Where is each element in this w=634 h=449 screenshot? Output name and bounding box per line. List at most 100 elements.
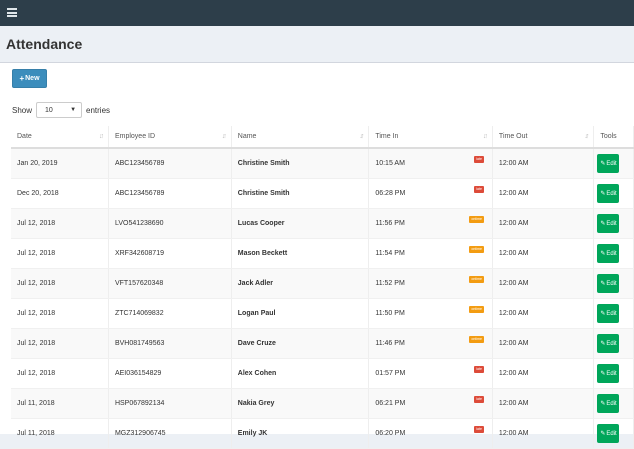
new-button[interactable]: + New [12, 69, 47, 88]
edit-button[interactable]: ✎ Edit [597, 424, 620, 443]
status-badge: ontime [469, 246, 484, 253]
column-header-label: Employee ID [114, 133, 156, 140]
table-row: Jul 12, 2018 XRF342608719 Mason Beckett 11:… [11, 238, 634, 269]
edit-button-label: Edit [606, 430, 617, 437]
column-header: Tools [593, 126, 634, 149]
table-row: Jul 12, 2018 VFT157620348 Jack Adler 11:52 … [11, 268, 634, 299]
attendance-table: Date ↓↑ Employee ID ↓↑ Name ↓↑ Time In ↓↑ Time O… [11, 126, 634, 449]
edit-button[interactable]: ✎ Edit [597, 364, 620, 383]
edit-button-label: Edit [606, 400, 617, 407]
date-cell: Jan 20, 2019 [11, 148, 109, 179]
time-out-cell: 12:00 AM [492, 298, 595, 329]
column-header[interactable]: Employee ID ↓↑ [108, 126, 232, 149]
name-cell-text: Christine Smith [237, 190, 290, 197]
plus-icon: + [19, 74, 25, 83]
sort-icon[interactable]: ↓↑ [99, 133, 104, 140]
time-out-cell-text: 12:00 AM [498, 190, 529, 197]
name-cell: Lucas Cooper [231, 208, 370, 239]
sort-icon[interactable]: ↓↑ [359, 133, 364, 140]
tools-cell: ✎ Edit [593, 418, 634, 449]
edit-button[interactable]: ✎ Edit [597, 274, 620, 293]
column-header[interactable]: Date ↓↑ [11, 126, 109, 149]
edit-button[interactable]: ✎ Edit [597, 154, 620, 173]
time-in-cell: 11:56 PM ontime [368, 208, 493, 239]
edit-button[interactable]: ✎ Edit [597, 244, 620, 263]
date-cell-text: Jan 20, 2019 [17, 160, 58, 167]
edit-button[interactable]: ✎ Edit [597, 394, 620, 413]
name-cell-text: Dave Cruze [237, 340, 276, 347]
time-in-cell-text: 10:15 AM [375, 160, 405, 167]
column-header[interactable]: Time In ↓↑ [368, 126, 493, 149]
time-in-cell: 10:15 AM late [368, 148, 493, 179]
date-cell: Jul 11, 2018 [11, 388, 109, 419]
sort-icon[interactable]: ↓↑ [483, 133, 488, 140]
time-in-cell-text: 06:20 PM [375, 430, 406, 437]
employee-id-cell: HSP067892134 [108, 388, 232, 419]
time-out-cell-text: 12:00 AM [498, 250, 529, 257]
page-title: Attendance [6, 36, 83, 52]
sort-icon[interactable]: ↓↑ [584, 133, 589, 140]
time-in-cell: 06:28 PM late [368, 178, 493, 209]
employee-id-cell: ZTC714069832 [108, 298, 232, 329]
table-row: Jul 12, 2018 AEI036154829 Alex Cohen 01:57 … [11, 358, 634, 389]
time-out-cell-text: 12:00 AM [498, 370, 529, 377]
hamburger-icon[interactable] [7, 8, 17, 17]
employee-id-cell: LVO541238690 [108, 208, 232, 239]
employee-id-cell: MGZ312906745 [108, 418, 232, 449]
name-cell: Christine Smith [231, 178, 370, 209]
attendance-box: + New Show 10 ▼ entries Date ↓↑ Employee I… [0, 62, 634, 449]
column-header[interactable]: Time Out ↓↑ [492, 126, 595, 149]
time-out-cell: 12:00 AM [492, 208, 595, 239]
edit-button-label: Edit [606, 280, 617, 287]
time-out-cell-text: 12:00 AM [498, 160, 529, 167]
time-out-cell: 12:00 AM [492, 178, 595, 209]
edit-icon: ✎ [600, 251, 606, 257]
column-header-label: Date [17, 133, 32, 140]
time-in-cell-text: 11:54 PM [375, 250, 405, 257]
date-cell-text: Jul 11, 2018 [17, 400, 55, 407]
employee-id-cell: AEI036154829 [108, 358, 232, 389]
status-badge: ontime [469, 216, 484, 223]
edit-button-label: Edit [606, 190, 617, 197]
time-in-cell-text: 11:46 PM [375, 340, 405, 347]
time-in-cell: 11:54 PM ontime [368, 238, 493, 269]
edit-button[interactable]: ✎ Edit [597, 214, 620, 233]
sort-icon[interactable]: ↓↑ [222, 133, 227, 140]
employee-id-cell: BVH081749563 [108, 328, 232, 359]
tools-cell: ✎ Edit [593, 358, 634, 389]
employee-id-cell: VFT157620348 [108, 268, 232, 299]
table-row: Jul 12, 2018 LVO541238690 Lucas Cooper 11:5… [11, 208, 634, 239]
table-row: Jul 11, 2018 MGZ312906745 Emily JK 06:20 PM… [11, 418, 634, 449]
edit-button[interactable]: ✎ Edit [597, 184, 620, 203]
show-label: Show [12, 105, 33, 115]
date-cell: Jul 12, 2018 [11, 238, 109, 269]
entries-select[interactable]: 10 ▼ [36, 102, 83, 118]
column-header[interactable]: Name ↓↑ [231, 126, 370, 149]
time-out-cell: 12:00 AM [492, 238, 595, 269]
name-cell: Emily JK [231, 418, 370, 449]
entries-label: entries [86, 105, 111, 115]
edit-button-label: Edit [606, 160, 617, 167]
name-cell-text: Nakia Grey [237, 400, 275, 407]
date-cell: Dec 20, 2018 [11, 178, 109, 209]
time-out-cell: 12:00 AM [492, 148, 595, 179]
employee-id-cell: ABC123456789 [108, 178, 232, 209]
entries-select-value: 10 [45, 106, 53, 114]
time-in-cell-text: 11:52 PM [375, 280, 405, 287]
date-cell-text: Jul 12, 2018 [17, 340, 56, 347]
date-cell-text: Jul 12, 2018 [17, 310, 56, 317]
top-navbar [0, 0, 634, 26]
edit-button[interactable]: ✎ Edit [597, 334, 620, 353]
time-out-cell-text: 12:00 AM [498, 340, 529, 347]
employee-id-cell-text: LVO541238690 [114, 220, 164, 227]
status-badge: late [474, 186, 484, 193]
employee-id-cell-text: BVH081749563 [114, 340, 165, 347]
tools-cell: ✎ Edit [593, 268, 634, 299]
entries-length-control: Show 10 ▼ entries [12, 102, 110, 118]
edit-button[interactable]: ✎ Edit [597, 304, 620, 323]
date-cell-text: Dec 20, 2018 [17, 190, 59, 197]
name-cell-text: Emily JK [237, 430, 268, 437]
edit-icon: ✎ [600, 221, 606, 227]
tools-cell: ✎ Edit [593, 178, 634, 209]
name-cell-text: Logan Paul [237, 310, 276, 317]
